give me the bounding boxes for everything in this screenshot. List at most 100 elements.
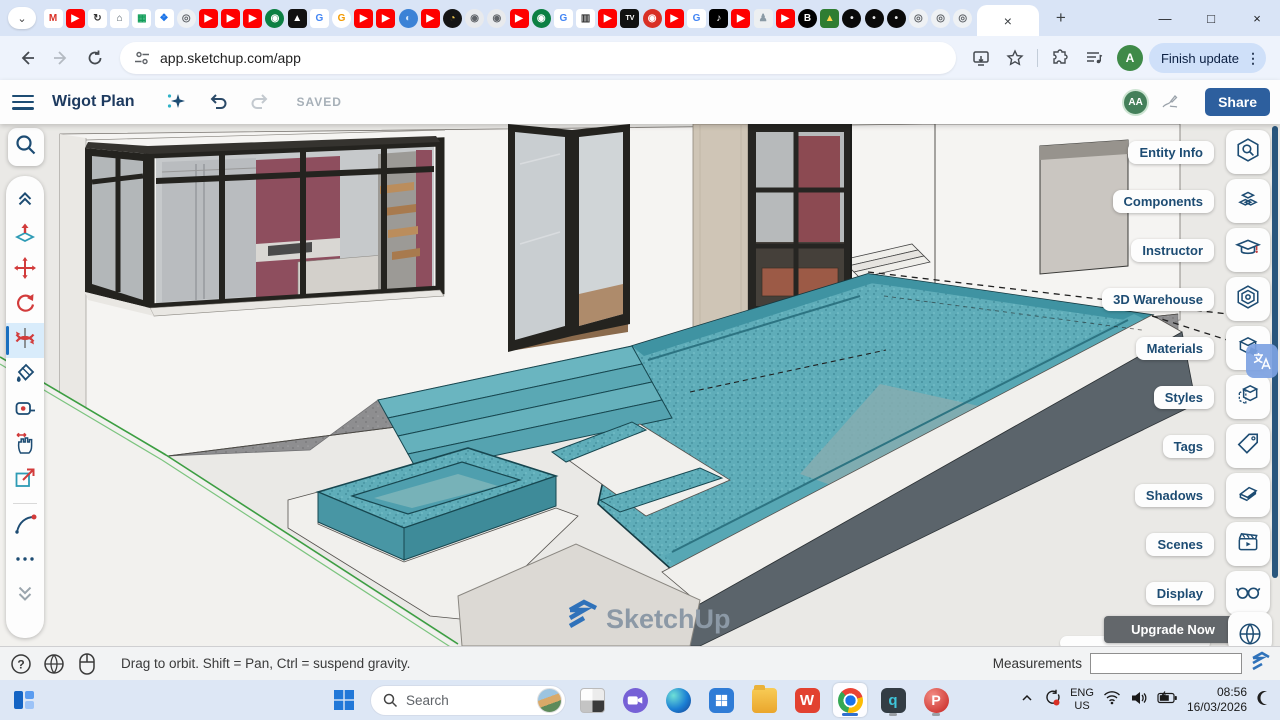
ai-sparkle-icon[interactable]: [161, 87, 191, 117]
sync-tray-icon[interactable]: [1043, 689, 1061, 712]
tab-favicon-youtube[interactable]: ▶: [221, 9, 240, 28]
tab-favicon-black-b[interactable]: B: [798, 9, 817, 28]
panel-button-components[interactable]: [1226, 179, 1270, 223]
push-pull-tool-button[interactable]: [6, 218, 44, 253]
window-close-button[interactable]: ×: [1234, 0, 1280, 36]
tab-favicon-globe-gray[interactable]: ◎: [909, 9, 928, 28]
redo-button[interactable]: [245, 87, 275, 117]
tray-chevron-icon[interactable]: [1020, 691, 1034, 710]
tab-favicon-green-photo[interactable]: ▲: [820, 9, 839, 28]
tab-favicon-youtube[interactable]: ▶: [376, 9, 395, 28]
tab-favicon-google[interactable]: G: [554, 9, 573, 28]
more-tools-button[interactable]: [6, 544, 44, 579]
search-highlight-thumbnail[interactable]: [537, 688, 562, 713]
orbit-tool-button[interactable]: [6, 323, 44, 358]
night-mode-moon-icon[interactable]: [1256, 690, 1272, 711]
arc-tool-button[interactable]: [6, 509, 44, 544]
chrome-browser-button[interactable]: [833, 683, 867, 717]
panel-button-styles[interactable]: [1226, 375, 1270, 419]
extensions-puzzle-icon[interactable]: [1045, 43, 1075, 73]
collapse-tools-button[interactable]: [6, 183, 44, 218]
browser-menu-kebab-icon[interactable]: ⋮: [1246, 50, 1260, 67]
tab-favicon-orange-g[interactable]: G: [332, 9, 351, 28]
tab-favicon-google[interactable]: G: [687, 9, 706, 28]
tape-measure-tool-button[interactable]: [6, 393, 44, 428]
new-tab-button[interactable]: +: [1047, 4, 1075, 32]
reading-list-icon[interactable]: [1079, 43, 1109, 73]
tab-favicon-black-dot[interactable]: •: [842, 9, 861, 28]
tab-favicon-youtube[interactable]: ▶: [354, 9, 373, 28]
tab-favicon-tiktok[interactable]: ♪: [709, 9, 728, 28]
paint-bucket-tool-button[interactable]: [6, 358, 44, 393]
panel-button-scenes[interactable]: [1226, 522, 1270, 566]
profile-avatar[interactable]: A: [1117, 45, 1143, 71]
share-button[interactable]: Share: [1205, 88, 1270, 116]
back-button[interactable]: [12, 43, 42, 73]
tab-favicon-green-badge[interactable]: ◉: [265, 9, 284, 28]
tab-close-icon[interactable]: ×: [1004, 13, 1012, 29]
tab-favicon-peacock[interactable]: ❖: [155, 9, 174, 28]
meeting-app-button[interactable]: [618, 683, 652, 717]
tab-favicon-gray-statue[interactable]: ♟: [754, 9, 773, 28]
tab-favicon-youtube[interactable]: ▶: [199, 9, 218, 28]
tab-favicon-globe-gray[interactable]: ◎: [931, 9, 950, 28]
panel-button-warehouse[interactable]: [1226, 277, 1270, 321]
tab-favicon-black-dot[interactable]: •: [865, 9, 884, 28]
tab-favicon-youtube[interactable]: ▶: [421, 9, 440, 28]
help-icon[interactable]: ?: [8, 651, 34, 677]
user-avatar[interactable]: AA: [1122, 89, 1149, 116]
translate-overlay-icon[interactable]: [1246, 344, 1278, 378]
bookmark-star-icon[interactable]: [1000, 43, 1030, 73]
taskbar-search[interactable]: Search: [370, 685, 566, 716]
tab-favicon-youtube[interactable]: ▶: [598, 9, 617, 28]
panel-button-shadows[interactable]: [1226, 473, 1270, 517]
tab-favicon-youtube[interactable]: ▶: [66, 9, 85, 28]
site-info-icon[interactable]: [134, 50, 150, 66]
rotate-tool-button[interactable]: [6, 288, 44, 323]
measurements-input[interactable]: [1090, 653, 1242, 674]
widgets-button[interactable]: [12, 688, 36, 717]
move-tool-button[interactable]: [6, 253, 44, 288]
tab-favicon-gray-badge[interactable]: ◉: [487, 9, 506, 28]
tab-favicon-youtube[interactable]: ▶: [243, 9, 262, 28]
tab-favicon-stats[interactable]: ▥: [576, 9, 595, 28]
tab-favicon-swirl[interactable]: ↻: [88, 9, 107, 28]
panel-button-tags[interactable]: [1226, 424, 1270, 468]
document-title[interactable]: Wigot Plan: [52, 93, 135, 111]
panel-button-entity[interactable]: [1226, 130, 1270, 174]
tab-favicon-gold[interactable]: ◔: [443, 9, 462, 28]
tab-favicon-building[interactable]: ⌂: [110, 9, 129, 28]
tab-favicon-youtube[interactable]: ▶: [510, 9, 529, 28]
battery-icon[interactable]: [1157, 691, 1178, 710]
tab-favicon-globe-gray[interactable]: ◎: [177, 9, 196, 28]
active-tab[interactable]: ×: [977, 5, 1039, 36]
panel-button-display[interactable]: [1226, 571, 1270, 615]
microsoft-store-button[interactable]: [704, 683, 738, 717]
wifi-icon[interactable]: [1103, 690, 1121, 710]
q-app-button[interactable]: q: [876, 683, 910, 717]
tab-favicon-tv[interactable]: TV: [620, 9, 639, 28]
tab-favicon-youtube[interactable]: ▶: [731, 9, 750, 28]
tab-search-chevron-icon[interactable]: ⌄: [8, 7, 36, 29]
scale-tool-button[interactable]: [6, 463, 44, 498]
window-maximize-button[interactable]: □: [1188, 0, 1234, 36]
main-menu-button[interactable]: [12, 95, 34, 110]
tab-favicon-black-arrow[interactable]: ▲: [288, 9, 307, 28]
tab-favicon-youtube[interactable]: ▶: [776, 9, 795, 28]
panel-button-instructor[interactable]: [1226, 228, 1270, 272]
install-app-icon[interactable]: [966, 43, 996, 73]
forward-button[interactable]: [46, 43, 76, 73]
window-minimize-button[interactable]: —: [1142, 0, 1188, 36]
signature-pencil-icon[interactable]: [1155, 87, 1185, 117]
undo-button[interactable]: [203, 87, 233, 117]
3d-viewport[interactable]: SketchUp Entity Info Components Instruct…: [0, 124, 1280, 646]
start-button[interactable]: [327, 683, 361, 717]
tab-favicon-globe-gray[interactable]: ◎: [953, 9, 972, 28]
search-tool-button[interactable]: [8, 128, 44, 166]
finish-update-button[interactable]: Finish update ⋮: [1149, 43, 1266, 73]
desktop-preview-button[interactable]: [575, 683, 609, 717]
file-explorer-button[interactable]: [747, 683, 781, 717]
tab-favicon-sheets[interactable]: ▦: [132, 9, 151, 28]
tab-favicon-google[interactable]: G: [310, 9, 329, 28]
tab-favicon-blue-sphere[interactable]: ◐: [399, 9, 418, 28]
